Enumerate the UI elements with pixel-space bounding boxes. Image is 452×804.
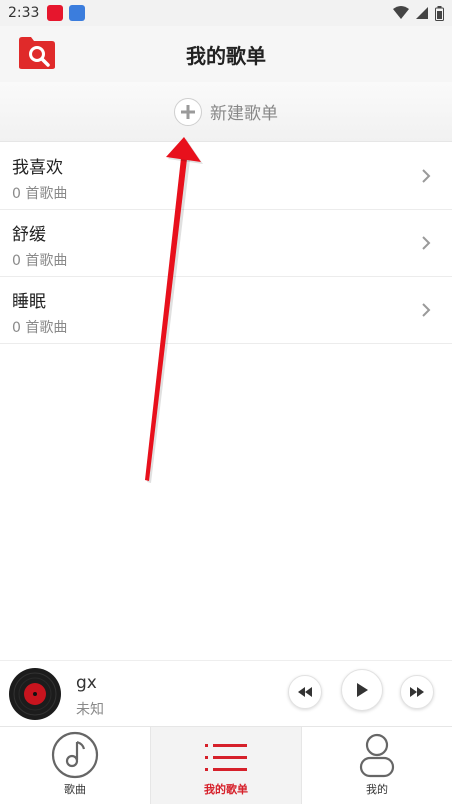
song-title: gx [76,673,97,693]
playlist-count: 0 首歌曲 [12,253,68,269]
playlist-count: 0 首歌曲 [12,186,68,202]
play-icon [357,683,368,697]
music-note-icon [51,731,99,779]
status-icons [393,5,444,21]
playlist-item[interactable]: 舒缓 0 首歌曲 [0,210,452,277]
playlist-list: 我喜欢 0 首歌曲 舒缓 0 首歌曲 睡眠 0 首歌曲 [0,143,452,344]
battery-icon [435,5,444,21]
playlist-name: 我喜欢 [12,158,63,178]
rewind-icon [298,687,312,697]
playlist-count: 0 首歌曲 [12,320,68,336]
app-header: 我的歌单 [0,26,452,82]
playlist-name: 睡眠 [12,292,46,312]
status-time: 2:33 [8,5,40,21]
playlist-name: 舒缓 [12,225,46,245]
chevron-right-icon [422,236,431,250]
game-notification-icon [69,5,86,21]
bottom-nav: 歌曲 我的歌单 我的 [0,726,452,804]
new-playlist-button[interactable]: 新建歌单 [0,82,452,142]
tab-my-playlists-label: 我的歌单 [204,783,248,796]
chevron-right-icon [422,169,431,183]
status-bar: 2:33 [0,0,452,26]
page-title: 我的歌单 [186,43,266,68]
list-icon [205,744,247,771]
folder-search-icon[interactable] [18,36,56,70]
plus-icon [174,97,202,126]
tab-me[interactable]: 我的 [302,727,452,804]
wifi-icon [393,6,409,19]
tab-songs-label: 歌曲 [64,783,86,796]
fast-forward-icon [410,687,424,697]
next-button[interactable] [400,675,434,709]
playlist-item[interactable]: 睡眠 0 首歌曲 [0,277,452,344]
playlist-item[interactable]: 我喜欢 0 首歌曲 [0,143,452,210]
tab-songs[interactable]: 歌曲 [0,727,150,804]
chevron-right-icon [422,303,431,317]
signal-icon [416,7,428,19]
play-button[interactable] [341,669,383,711]
previous-button[interactable] [288,675,322,709]
song-artist: 未知 [76,702,104,718]
new-playlist-label: 新建歌单 [210,104,278,124]
person-icon [359,733,395,778]
tab-my-playlists[interactable]: 我的歌单 [150,727,302,804]
mini-player[interactable]: gx 未知 [0,660,452,726]
weibo-notification-icon [47,5,64,21]
album-disc-icon[interactable] [8,667,62,721]
tab-me-label: 我的 [366,783,388,796]
